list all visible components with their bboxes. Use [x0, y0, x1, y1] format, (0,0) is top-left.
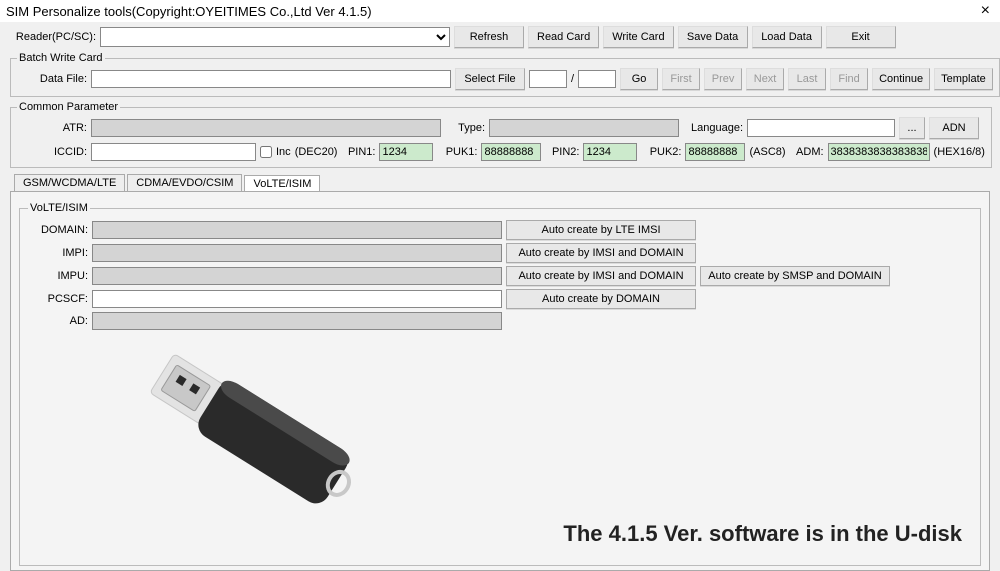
reader-label: Reader(PC/SC):	[10, 31, 96, 43]
load-data-button[interactable]: Load Data	[752, 26, 822, 48]
common-group: Common Parameter ATR: Type: Language: ..…	[10, 101, 992, 168]
language-label: Language:	[683, 122, 743, 134]
refresh-button[interactable]: Refresh	[454, 26, 524, 48]
read-card-button[interactable]: Read Card	[528, 26, 599, 48]
dec20-label: (DEC20)	[295, 146, 338, 158]
prev-button[interactable]: Prev	[704, 68, 742, 90]
pcscf-input[interactable]	[92, 290, 502, 308]
find-button[interactable]: Find	[830, 68, 868, 90]
pcscf-label: PCSCF:	[28, 293, 88, 305]
tab-gsm[interactable]: GSM/WCDMA/LTE	[14, 174, 125, 191]
pin2-label: PIN2:	[545, 146, 579, 158]
close-icon[interactable]: ×	[975, 2, 996, 20]
data-file-input[interactable]	[91, 70, 451, 88]
range-to-input[interactable]	[578, 70, 616, 88]
inc-checkbox[interactable]	[260, 146, 272, 158]
puk2-input[interactable]	[685, 143, 745, 161]
udisk-caption: The 4.1.5 Ver. software is in the U-disk	[563, 521, 962, 547]
usb-drive-icon	[100, 325, 400, 555]
next-button[interactable]: Next	[746, 68, 784, 90]
batch-group: Batch Write Card Data File: Select File …	[10, 52, 1000, 97]
adm-label: ADM:	[790, 146, 824, 158]
tab-content: VoLTE/ISIM DOMAIN: Auto create by LTE IM…	[10, 191, 990, 571]
impu-label: IMPU:	[28, 270, 88, 282]
pin1-label: PIN1:	[341, 146, 375, 158]
impi-input[interactable]	[92, 244, 502, 262]
puk2-label: PUK2:	[641, 146, 681, 158]
tab-volte[interactable]: VoLTE/ISIM	[244, 175, 320, 192]
auto-smsp-domain-button[interactable]: Auto create by SMSP and DOMAIN	[700, 266, 890, 286]
pin2-input[interactable]	[583, 143, 637, 161]
impu-input[interactable]	[92, 267, 502, 285]
select-file-button[interactable]: Select File	[455, 68, 525, 90]
data-file-label: Data File:	[17, 73, 87, 85]
exit-button[interactable]: Exit	[826, 26, 896, 48]
type-label: Type:	[445, 122, 485, 134]
window-title: SIM Personalize tools(Copyright:OYEITIME…	[6, 4, 372, 19]
save-data-button[interactable]: Save Data	[678, 26, 748, 48]
adn-button[interactable]: ADN	[929, 117, 979, 139]
atr-input[interactable]	[91, 119, 441, 137]
auto-domain-button[interactable]: Auto create by DOMAIN	[506, 289, 696, 309]
template-button[interactable]: Template	[934, 68, 993, 90]
domain-input[interactable]	[92, 221, 502, 239]
volte-group: VoLTE/ISIM DOMAIN: Auto create by LTE IM…	[19, 202, 981, 566]
hex168-label: (HEX16/8)	[934, 146, 985, 158]
common-legend: Common Parameter	[17, 101, 120, 113]
auto-imsi-domain-button-1[interactable]: Auto create by IMSI and DOMAIN	[506, 243, 696, 263]
continue-button[interactable]: Continue	[872, 68, 930, 90]
puk1-label: PUK1:	[437, 146, 477, 158]
impi-label: IMPI:	[28, 247, 88, 259]
range-from-input[interactable]	[529, 70, 567, 88]
last-button[interactable]: Last	[788, 68, 826, 90]
asc8-label: (ASC8)	[749, 146, 785, 158]
puk1-input[interactable]	[481, 143, 541, 161]
language-browse-button[interactable]: ...	[899, 117, 925, 139]
write-card-button[interactable]: Write Card	[603, 26, 673, 48]
inc-label: Inc	[276, 146, 291, 158]
auto-lte-button[interactable]: Auto create by LTE IMSI	[506, 220, 696, 240]
reader-select[interactable]	[100, 27, 450, 47]
domain-label: DOMAIN:	[28, 224, 88, 236]
first-button[interactable]: First	[662, 68, 700, 90]
volte-legend: VoLTE/ISIM	[28, 202, 90, 214]
language-input[interactable]	[747, 119, 895, 137]
iccid-label: ICCID:	[17, 146, 87, 158]
auto-imsi-domain-button-2[interactable]: Auto create by IMSI and DOMAIN	[506, 266, 696, 286]
atr-label: ATR:	[17, 122, 87, 134]
iccid-input[interactable]	[91, 143, 256, 161]
tab-cdma[interactable]: CDMA/EVDO/CSIM	[127, 174, 242, 191]
pin1-input[interactable]	[379, 143, 433, 161]
go-button[interactable]: Go	[620, 68, 658, 90]
adm-input[interactable]	[828, 143, 930, 161]
type-input[interactable]	[489, 119, 679, 137]
ad-label: AD:	[28, 315, 88, 327]
range-slash: /	[571, 73, 574, 85]
batch-legend: Batch Write Card	[17, 52, 105, 64]
